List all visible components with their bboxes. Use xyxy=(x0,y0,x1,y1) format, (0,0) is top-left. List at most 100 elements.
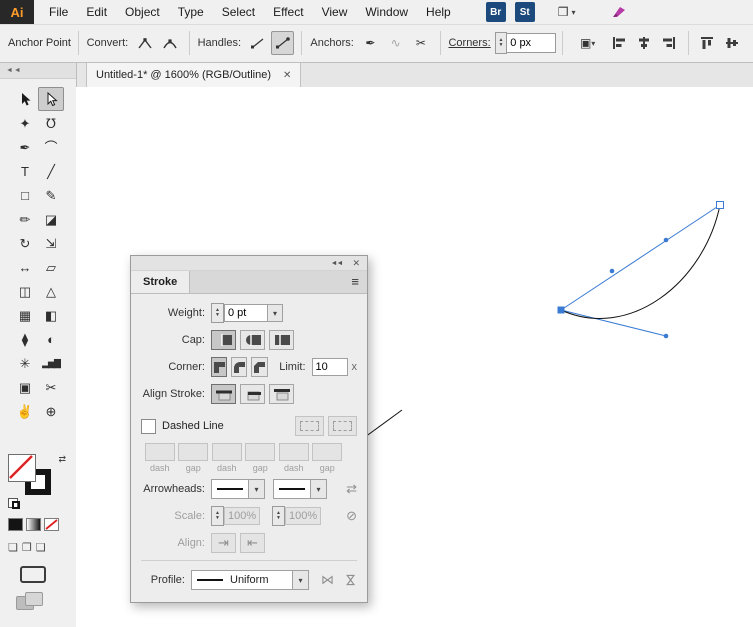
align-stroke-center-button[interactable] xyxy=(211,384,236,404)
flip-across-icon[interactable]: ⋈ xyxy=(343,574,359,587)
tab-stroke[interactable]: Stroke xyxy=(131,271,191,293)
remove-anchor-button[interactable]: ✒ xyxy=(359,31,382,55)
artboard-tool[interactable]: ▣ xyxy=(12,375,38,399)
gradient-tool[interactable]: ◧ xyxy=(38,303,64,327)
arrow-extend-button[interactable]: ⇥ xyxy=(211,533,236,553)
column-graph-tool[interactable]: ▂▅▇ xyxy=(38,351,64,375)
swap-arrowheads-icon[interactable]: ⇄ xyxy=(346,481,357,497)
draw-normal-button[interactable]: ❏ xyxy=(8,541,18,554)
align-left-button[interactable] xyxy=(607,31,630,55)
dashed-line-checkbox[interactable] xyxy=(141,418,156,434)
arrowhead-start-dropdown[interactable]: ▾ xyxy=(211,479,265,499)
curvature-tool[interactable]: ⌒ xyxy=(38,135,64,159)
weight-stepper[interactable]: ▲ ▼ xyxy=(211,303,224,323)
convert-to-smooth-button[interactable] xyxy=(158,31,181,55)
close-icon[interactable]: ✕ xyxy=(283,70,291,81)
scale-start-input[interactable] xyxy=(224,507,260,525)
hide-handles-button[interactable] xyxy=(246,31,269,55)
eyedropper-tool[interactable]: ⧫ xyxy=(12,327,38,351)
corners-label[interactable]: Corners: xyxy=(448,37,490,49)
weight-dropdown[interactable]: ▾ xyxy=(267,304,283,322)
menu-help[interactable]: Help xyxy=(417,5,460,19)
color-button[interactable] xyxy=(8,518,23,531)
fill-swatch[interactable] xyxy=(8,454,36,482)
menu-view[interactable]: View xyxy=(313,5,357,19)
workspace-switcher[interactable]: ❒ ▾ xyxy=(558,5,576,19)
menu-object[interactable]: Object xyxy=(116,5,169,19)
illustrator-logo[interactable]: Ai xyxy=(0,0,34,24)
weight-input[interactable] xyxy=(224,304,268,322)
align-top-button[interactable] xyxy=(696,31,719,55)
preserve-dashes-button[interactable] xyxy=(295,416,324,436)
mesh-tool[interactable]: ▦ xyxy=(12,303,38,327)
pencil-tool[interactable]: ✏ xyxy=(12,207,38,231)
document-tab[interactable]: Untitled-1* @ 1600% (RGB/Outline) ✕ xyxy=(86,62,302,87)
cap-round-button[interactable] xyxy=(240,330,265,350)
show-handles-button[interactable] xyxy=(271,31,295,55)
blend-tool[interactable]: ◐ xyxy=(38,327,64,351)
flip-along-icon[interactable]: ⋈ xyxy=(321,572,334,588)
profile-dropdown[interactable]: Uniform ▾ xyxy=(191,570,309,590)
rectangle-tool[interactable]: □ xyxy=(12,183,38,207)
cap-butt-button[interactable] xyxy=(211,330,236,350)
shape-options-dropdown[interactable]: ▣ ▾ xyxy=(570,31,605,55)
default-fill-stroke-icon[interactable] xyxy=(8,498,22,510)
join-round-button[interactable] xyxy=(231,357,248,377)
gpu-performance-icon[interactable] xyxy=(611,5,627,19)
symbol-sprayer-tool[interactable]: ✳ xyxy=(12,351,38,375)
menu-file[interactable]: File xyxy=(40,5,77,19)
menu-effect[interactable]: Effect xyxy=(264,5,312,19)
scale-tool[interactable]: ⇲ xyxy=(38,231,64,255)
join-miter-button[interactable] xyxy=(211,357,228,377)
align-stroke-inside-button[interactable] xyxy=(240,384,265,404)
perspective-grid-tool[interactable]: △ xyxy=(38,279,64,303)
align-right-button[interactable] xyxy=(657,31,680,55)
scale-end-stepper[interactable]: ▲ ▼ xyxy=(272,506,285,526)
align-dashes-button[interactable] xyxy=(328,416,357,436)
bridge-button[interactable]: Br xyxy=(485,2,506,22)
convert-to-corner-button[interactable] xyxy=(133,31,156,55)
gap-input-1[interactable] xyxy=(178,443,209,461)
lasso-tool[interactable]: ℧ xyxy=(38,111,64,135)
screen-mode-button[interactable] xyxy=(20,566,46,583)
toolbar-collapse-strip[interactable]: ◄◄ xyxy=(0,62,76,79)
hand-tool[interactable]: ✌ xyxy=(12,399,38,423)
align-stroke-outside-button[interactable] xyxy=(269,384,294,404)
eraser-tool[interactable]: ◪ xyxy=(38,207,64,231)
gap-input-2[interactable] xyxy=(245,443,276,461)
cap-projecting-button[interactable] xyxy=(269,330,294,350)
draw-inside-button[interactable]: ❑ xyxy=(36,541,46,554)
join-bevel-button[interactable] xyxy=(251,357,268,377)
none-button[interactable] xyxy=(44,518,59,531)
swap-fill-stroke-icon[interactable]: ⇄ xyxy=(58,454,66,465)
arrowhead-end-dropdown[interactable]: ▾ xyxy=(273,479,327,499)
magic-wand-tool[interactable]: ✦ xyxy=(12,111,38,135)
line-segment-tool[interactable]: ╱ xyxy=(38,159,64,183)
scale-end-input[interactable] xyxy=(285,507,321,525)
draw-behind-button[interactable]: ❐ xyxy=(22,541,32,554)
stock-button[interactable]: St xyxy=(514,2,535,22)
width-tool[interactable]: ↔ xyxy=(12,255,38,279)
selection-tool[interactable] xyxy=(12,87,38,111)
menu-window[interactable]: Window xyxy=(356,5,417,19)
close-panel-icon[interactable]: ✕ xyxy=(352,258,360,269)
collapse-panel-icon[interactable]: ◄◄ xyxy=(331,260,344,267)
dash-input-3[interactable] xyxy=(278,443,309,461)
panel-menu-icon[interactable]: ≡ xyxy=(351,274,359,289)
slice-tool[interactable]: ✂ xyxy=(38,375,64,399)
dash-input-1[interactable] xyxy=(144,443,175,461)
menu-edit[interactable]: Edit xyxy=(77,5,116,19)
corners-input[interactable] xyxy=(506,33,557,53)
menu-select[interactable]: Select xyxy=(213,5,264,19)
rotate-tool[interactable]: ↻ xyxy=(12,231,38,255)
menu-type[interactable]: Type xyxy=(169,5,213,19)
limit-input[interactable] xyxy=(311,358,348,376)
free-transform-tool[interactable]: ▱ xyxy=(38,255,64,279)
align-vertical-center-button[interactable] xyxy=(721,31,744,55)
connect-endpoints-button[interactable]: ∿ xyxy=(384,31,407,55)
direct-selection-tool[interactable] xyxy=(38,87,64,111)
pen-tool[interactable]: ✒ xyxy=(12,135,38,159)
align-center-button[interactable] xyxy=(632,31,655,55)
gradient-button[interactable] xyxy=(26,518,41,531)
type-tool[interactable]: T xyxy=(12,159,38,183)
